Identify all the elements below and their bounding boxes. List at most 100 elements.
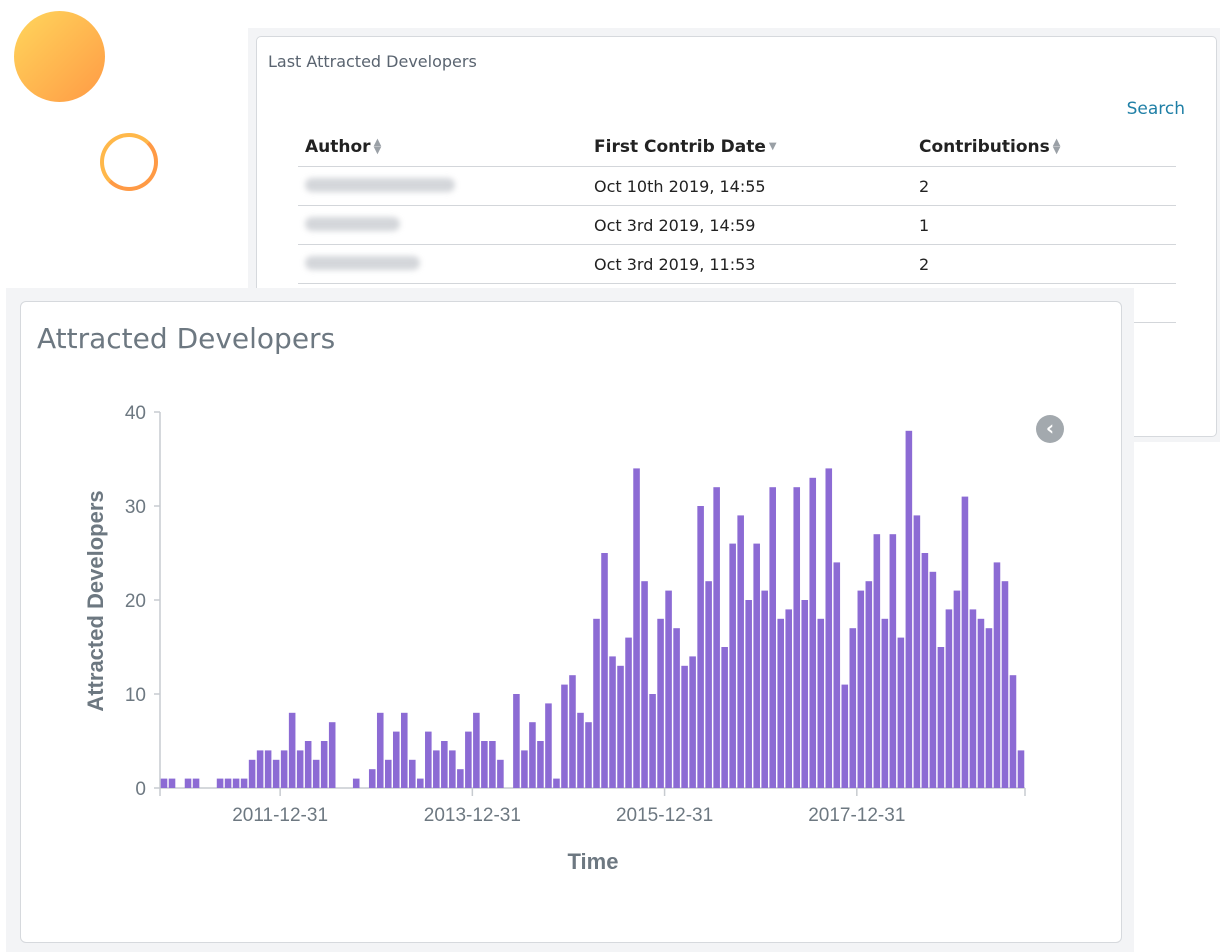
bar[interactable] [425, 731, 432, 788]
bar[interactable] [953, 590, 961, 788]
bar[interactable] [481, 741, 488, 788]
bar[interactable] [192, 778, 200, 788]
bar[interactable] [769, 487, 776, 788]
bar[interactable] [1009, 675, 1017, 788]
bar[interactable] [993, 562, 1001, 788]
bar[interactable] [465, 731, 472, 788]
collapse-chevron-icon[interactable]: ‹ [1036, 415, 1064, 443]
bar[interactable] [545, 703, 552, 788]
column-header-contributions[interactable]: Contributions ▲ ▼ [912, 137, 1176, 167]
bar[interactable] [681, 665, 688, 788]
bar[interactable] [817, 618, 825, 788]
bar[interactable] [849, 628, 857, 788]
bar[interactable] [633, 468, 640, 788]
bar[interactable] [553, 778, 560, 788]
sort-icon[interactable]: ▲ ▼ [374, 138, 382, 156]
bar[interactable] [921, 553, 929, 788]
bar[interactable] [857, 590, 865, 788]
bar[interactable] [232, 778, 240, 788]
bar[interactable] [312, 759, 320, 788]
bar[interactable] [625, 637, 632, 788]
bar[interactable] [521, 750, 528, 788]
sort-descending-icon[interactable]: ▼ [769, 142, 777, 152]
bar[interactable] [969, 609, 977, 788]
bar[interactable] [272, 759, 280, 788]
bar[interactable] [529, 722, 536, 788]
bar[interactable] [577, 712, 584, 788]
bar[interactable] [945, 609, 953, 788]
bar[interactable] [937, 647, 945, 788]
bar[interactable] [929, 571, 937, 788]
bar[interactable] [841, 684, 849, 788]
bar[interactable] [801, 600, 809, 788]
bar[interactable] [1001, 581, 1009, 788]
bar[interactable] [585, 722, 592, 788]
bar[interactable] [593, 618, 600, 788]
bar[interactable] [609, 656, 616, 788]
bar[interactable] [417, 778, 424, 788]
bar[interactable] [248, 759, 256, 788]
bar[interactable] [601, 553, 608, 788]
bar[interactable] [1017, 750, 1025, 788]
bar[interactable] [296, 750, 304, 788]
bar[interactable] [761, 590, 768, 788]
bar[interactable] [777, 618, 785, 788]
bar[interactable] [368, 769, 376, 788]
bar[interactable] [689, 656, 696, 788]
bar[interactable] [889, 534, 897, 788]
bar[interactable] [216, 778, 224, 788]
bar[interactable] [497, 759, 504, 788]
bar[interactable] [264, 750, 272, 788]
bar[interactable] [288, 712, 296, 788]
bar[interactable] [897, 637, 905, 788]
bar[interactable] [400, 712, 408, 788]
bar[interactable] [665, 590, 672, 788]
bar[interactable] [737, 515, 744, 788]
bar[interactable] [376, 712, 384, 788]
bar[interactable] [449, 750, 456, 788]
bar[interactable] [881, 618, 889, 788]
bar[interactable] [537, 741, 544, 788]
bar[interactable] [240, 778, 248, 788]
bar[interactable] [304, 741, 312, 788]
bar[interactable] [352, 778, 360, 788]
bar[interactable] [441, 741, 448, 788]
bar[interactable] [809, 477, 817, 788]
bar[interactable] [457, 769, 464, 788]
bar[interactable] [673, 628, 680, 788]
bar[interactable] [224, 778, 232, 788]
bar[interactable] [873, 534, 881, 788]
bar[interactable] [433, 750, 440, 788]
bar[interactable] [697, 506, 704, 788]
bar[interactable] [617, 665, 624, 788]
bar[interactable] [513, 694, 520, 788]
bar[interactable] [705, 581, 712, 788]
bar[interactable] [160, 778, 168, 788]
bar[interactable] [729, 543, 736, 788]
column-header-first-contrib-date[interactable]: First Contrib Date ▼ [587, 137, 912, 167]
sort-icon[interactable]: ▲ ▼ [1053, 138, 1061, 156]
bar[interactable] [913, 515, 921, 788]
bar[interactable] [961, 496, 969, 788]
column-header-author[interactable]: Author ▲ ▼ [298, 137, 587, 167]
bar[interactable] [865, 581, 873, 788]
bar[interactable] [320, 741, 328, 788]
bar[interactable] [489, 741, 496, 788]
bar[interactable] [569, 675, 576, 788]
bar[interactable] [793, 487, 801, 788]
bar[interactable] [384, 759, 392, 788]
bar[interactable] [184, 778, 192, 788]
bar[interactable] [721, 647, 728, 788]
bar[interactable] [328, 722, 336, 788]
bar[interactable] [641, 581, 648, 788]
bar[interactable] [473, 712, 480, 788]
bar[interactable] [753, 543, 760, 788]
bar[interactable] [833, 562, 841, 788]
bar[interactable] [392, 731, 400, 788]
bar[interactable] [280, 750, 288, 788]
bar[interactable] [825, 468, 833, 788]
bar[interactable] [409, 759, 416, 788]
bar[interactable] [985, 628, 993, 788]
bar[interactable] [657, 618, 664, 788]
bar[interactable] [977, 618, 985, 788]
